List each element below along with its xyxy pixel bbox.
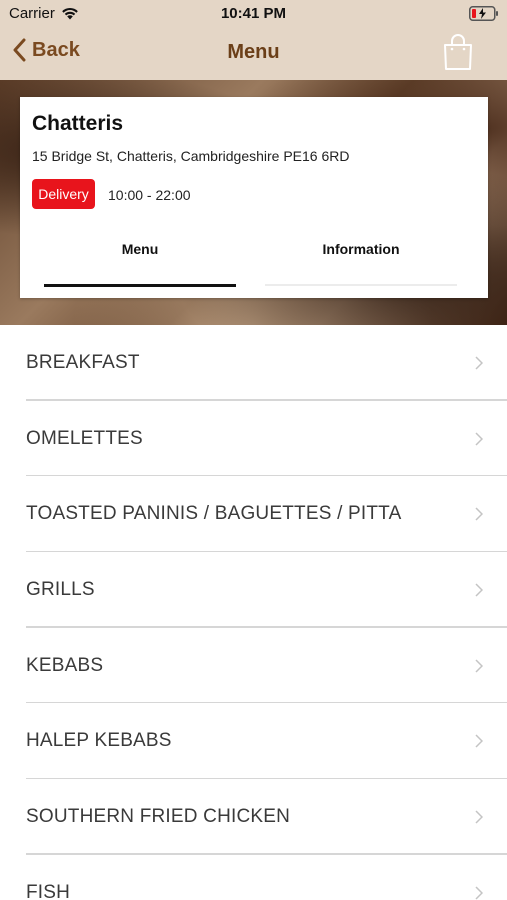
menu-category-breakfast[interactable]: BREAKFAST	[0, 325, 507, 401]
menu-category-kebabs[interactable]: KEBABS	[0, 628, 507, 704]
menu-category-label: OMELETTES	[26, 427, 143, 449]
menu-category-list: BREAKFAST OMELETTES TOASTED PANINIS / BA…	[0, 325, 507, 900]
delivery-badge: Delivery	[32, 179, 95, 209]
tab-information-indicator	[265, 284, 457, 286]
menu-category-halep-kebabs[interactable]: HALEP KEBABS	[0, 703, 507, 780]
menu-category-label: BREAKFAST	[26, 351, 140, 373]
menu-category-toasted-paninis[interactable]: TOASTED PANINIS / BAGUETTES / PITTA	[0, 476, 507, 553]
shopping-bag-icon[interactable]	[443, 33, 473, 71]
restaurant-name: Chatteris	[32, 112, 124, 135]
status-time: 10:41 PM	[220, 5, 287, 22]
menu-category-label: SOUTHERN FRIED CHICKEN	[26, 805, 291, 827]
chevron-right-icon	[475, 810, 483, 824]
menu-category-label: HALEP KEBABS	[26, 730, 172, 752]
status-bar: Carrier 10:41 PM	[0, 0, 507, 28]
chevron-right-icon	[475, 432, 483, 446]
menu-category-grills[interactable]: GRILLS	[0, 552, 507, 628]
restaurant-address: 15 Bridge St, Chatteris, Cambridgeshire …	[32, 148, 350, 164]
menu-category-label: TOASTED PANINIS / BAGUETTES / PITTA	[26, 503, 402, 525]
tab-menu-indicator	[44, 284, 236, 287]
chevron-right-icon	[475, 507, 483, 521]
tab-information[interactable]: Information	[265, 241, 457, 257]
menu-category-omelettes[interactable]: OMELETTES	[0, 401, 507, 477]
battery-icon	[469, 6, 498, 21]
opening-hours: 10:00 - 22:00	[108, 187, 191, 203]
menu-category-label: KEBABS	[26, 654, 104, 676]
menu-category-label: FISH	[26, 881, 71, 900]
chevron-right-icon	[475, 659, 483, 673]
chevron-right-icon	[475, 356, 483, 370]
tab-menu[interactable]: Menu	[44, 241, 236, 257]
chevron-right-icon	[475, 886, 483, 900]
menu-category-fish[interactable]: FISH	[0, 855, 507, 900]
chevron-right-icon	[475, 583, 483, 597]
page-title: Menu	[227, 41, 280, 63]
restaurant-info-card: Chatteris 15 Bridge St, Chatteris, Cambr…	[20, 97, 488, 298]
menu-category-label: GRILLS	[26, 578, 95, 600]
chevron-right-icon	[475, 734, 483, 748]
nav-bar: Back Menu	[0, 28, 507, 80]
menu-category-southern-fried-chicken[interactable]: SOUTHERN FRIED CHICKEN	[0, 779, 507, 855]
